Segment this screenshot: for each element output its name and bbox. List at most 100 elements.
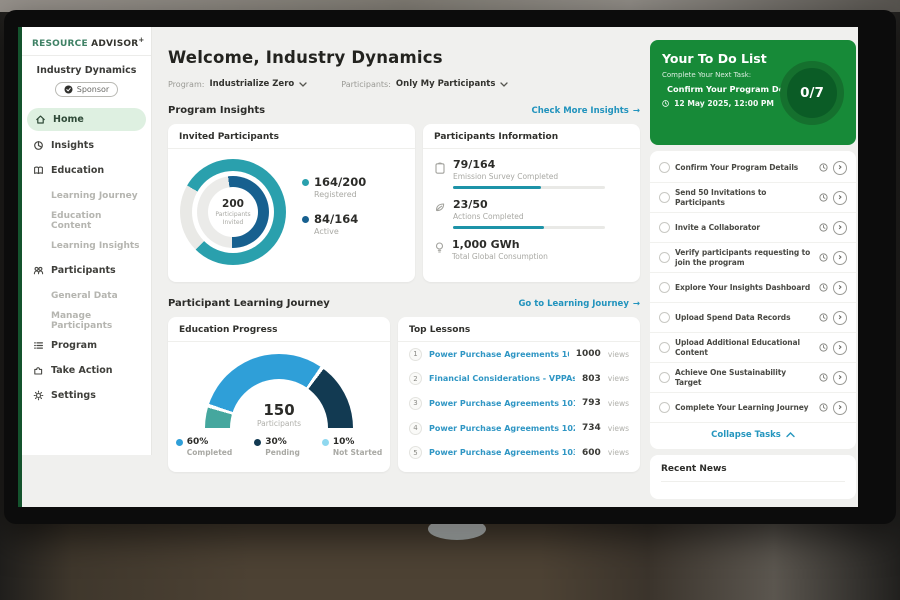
sidebar-item-learning-insights[interactable]: Learning Insights bbox=[22, 233, 151, 258]
learning-journey-title: Participant Learning Journey bbox=[168, 298, 330, 309]
task-checkbox[interactable] bbox=[659, 372, 670, 383]
education-progress-card: Education Progress 150 Participants bbox=[168, 317, 390, 472]
task-row-explore-insights[interactable]: Explore Your Insights Dashboard › bbox=[650, 273, 856, 303]
go-to-learning-journey-link[interactable]: Go to Learning Journey → bbox=[518, 299, 640, 309]
task-row-achieve-target[interactable]: Achieve One Sustainability Target › bbox=[650, 363, 856, 393]
chevron-right-button[interactable]: › bbox=[833, 161, 847, 175]
sidebar-item-program[interactable]: Program bbox=[22, 333, 151, 358]
monitor-bezel: RESOURCE ADVISOR+ Industry Dynamics Spon… bbox=[4, 10, 896, 524]
chevron-right-button[interactable]: › bbox=[833, 371, 847, 385]
gauge-center: 150 Participants bbox=[205, 401, 353, 428]
sidebar-item-general-data[interactable]: General Data bbox=[22, 283, 151, 308]
participants-filter-value: Only My Participants bbox=[396, 79, 496, 89]
sidebar-item-manage-participants[interactable]: Manage Participants bbox=[22, 308, 151, 333]
org-name: Industry Dynamics bbox=[22, 65, 151, 76]
consumption-label: Total Global Consumption bbox=[452, 252, 548, 261]
lesson-link[interactable]: Power Purchase Agreements 102 bbox=[429, 424, 575, 433]
task-row-invite-collaborator[interactable]: Invite a Collaborator › bbox=[650, 213, 856, 243]
task-checkbox[interactable] bbox=[659, 282, 670, 293]
arrow-right-icon: → bbox=[633, 106, 640, 116]
clock-icon bbox=[819, 253, 828, 262]
lesson-views: 793 bbox=[582, 398, 601, 408]
task-checkbox[interactable] bbox=[659, 312, 670, 323]
lesson-row: 5 Power Purchase Agreements 103 600 view… bbox=[398, 440, 640, 465]
pending-percent: 30% bbox=[265, 437, 287, 447]
invited-participants-card: Invited Participants 200 Participants In… bbox=[168, 124, 415, 282]
participants-information-card: Participants Information 79/164 Emission… bbox=[423, 124, 640, 282]
consumption-stat: 1,000 GWh Total Global Consumption bbox=[423, 229, 640, 261]
sidebar-item-insights[interactable]: Insights bbox=[22, 133, 151, 158]
task-label: Achieve One Sustainability Target bbox=[675, 368, 814, 387]
task-checkbox[interactable] bbox=[659, 162, 670, 173]
program-filter-label: Program: bbox=[168, 80, 204, 89]
chevron-right-button[interactable]: › bbox=[833, 311, 847, 325]
legend-completed: 60% Completed bbox=[176, 437, 233, 457]
chevron-right-button[interactable]: › bbox=[833, 251, 847, 265]
learning-journey-header: Participant Learning Journey Go to Learn… bbox=[168, 298, 640, 309]
lesson-link[interactable]: Power Purchase Agreements 103 bbox=[429, 448, 575, 457]
task-row-complete-learning-journey[interactable]: Complete Your Learning Journey › bbox=[650, 393, 856, 423]
lesson-link[interactable]: Financial Considerations - VPPAs bbox=[429, 374, 575, 383]
chevron-right-button[interactable]: › bbox=[833, 401, 847, 415]
check-more-insights-link[interactable]: Check More Insights → bbox=[532, 106, 641, 116]
program-filter[interactable]: Program: Industrialize Zero bbox=[168, 79, 307, 89]
task-row-confirm-program[interactable]: Confirm Your Program Details › bbox=[650, 153, 856, 183]
sidebar-item-label: Insights bbox=[51, 140, 94, 151]
task-row-send-invitations[interactable]: Send 50 Invitations to Participants › bbox=[650, 183, 856, 213]
lesson-link[interactable]: Power Purchase Agreements 101 bbox=[429, 399, 575, 408]
task-checkbox[interactable] bbox=[659, 192, 670, 203]
task-checkbox[interactable] bbox=[659, 222, 670, 233]
go-to-learning-journey-label: Go to Learning Journey bbox=[518, 299, 628, 309]
lesson-views: 600 bbox=[582, 448, 601, 458]
legend-dot-lightblue bbox=[322, 439, 329, 446]
learning-cards-row: Education Progress 150 Participants bbox=[168, 317, 640, 472]
views-suffix: views bbox=[608, 374, 629, 383]
insights-cards-row: Invited Participants 200 Participants In… bbox=[168, 124, 640, 282]
actions-completed-value: 23/50 bbox=[453, 198, 605, 211]
collapse-tasks-label: Collapse Tasks bbox=[711, 430, 781, 440]
task-row-upload-educational-content[interactable]: Upload Additional Educational Content › bbox=[650, 333, 856, 363]
sidebar-item-education[interactable]: Education bbox=[22, 158, 151, 183]
sidebar-item-settings[interactable]: Settings bbox=[22, 383, 151, 408]
sidebar-item-label: Settings bbox=[51, 390, 96, 401]
chevron-right-button[interactable]: › bbox=[833, 221, 847, 235]
gauge-center-label: Participants bbox=[205, 419, 353, 428]
todo-summary-card: Your To Do List Complete Your Next Task:… bbox=[650, 40, 856, 145]
task-checkbox[interactable] bbox=[659, 342, 670, 353]
sidebar-item-label: Home bbox=[53, 114, 84, 125]
todo-progress-value: 0/7 bbox=[800, 85, 824, 101]
recent-news-card: Recent News bbox=[650, 455, 856, 499]
participants-information-title: Participants Information bbox=[423, 124, 640, 149]
lesson-rank: 5 bbox=[409, 446, 422, 459]
clock-icon bbox=[819, 343, 828, 352]
task-checkbox[interactable] bbox=[659, 252, 670, 263]
registered-label: Registered bbox=[314, 190, 366, 199]
donut-legend: 164/200 Registered 84/164 Active bbox=[302, 175, 366, 249]
sidebar-item-take-action[interactable]: Take Action bbox=[22, 358, 151, 383]
sidebar-item-participants[interactable]: Participants bbox=[22, 258, 151, 283]
participants-filter[interactable]: Participants: Only My Participants bbox=[341, 79, 508, 89]
not-started-label: Not Started bbox=[333, 448, 382, 457]
sidebar-item-learning-journey[interactable]: Learning Journey bbox=[22, 183, 151, 208]
chevron-right-button[interactable]: › bbox=[833, 191, 847, 205]
chevron-right-button[interactable]: › bbox=[833, 341, 847, 355]
chevron-right-button[interactable]: › bbox=[833, 281, 847, 295]
task-label: Send 50 Invitations to Participants bbox=[675, 188, 814, 207]
lesson-link[interactable]: Power Purchase Agreements 101 bbox=[429, 350, 569, 359]
collapse-tasks-link[interactable]: Collapse Tasks bbox=[650, 423, 856, 447]
legend-not-started: 10% Not Started bbox=[322, 437, 382, 457]
legend-registered: 164/200 Registered bbox=[302, 175, 366, 199]
actions-leaf-icon bbox=[435, 202, 445, 212]
lesson-rank: 3 bbox=[409, 397, 422, 410]
task-row-verify-participants[interactable]: Verify participants requesting to join t… bbox=[650, 243, 856, 273]
legend-dot-blue bbox=[176, 439, 183, 446]
consumption-value: 1,000 GWh bbox=[452, 238, 548, 251]
participants-filter-label: Participants: bbox=[341, 80, 391, 89]
sidebar-item-education-content[interactable]: Education Content bbox=[22, 208, 151, 233]
task-row-upload-spend-data[interactable]: Upload Spend Data Records › bbox=[650, 303, 856, 333]
lesson-row: 1 Power Purchase Agreements 101 1000 vie… bbox=[398, 342, 640, 367]
check-more-insights-label: Check More Insights bbox=[532, 106, 629, 116]
task-checkbox[interactable] bbox=[659, 402, 670, 413]
sidebar-item-home[interactable]: Home bbox=[27, 108, 146, 131]
sponsor-badge-label: Sponsor bbox=[77, 85, 109, 94]
